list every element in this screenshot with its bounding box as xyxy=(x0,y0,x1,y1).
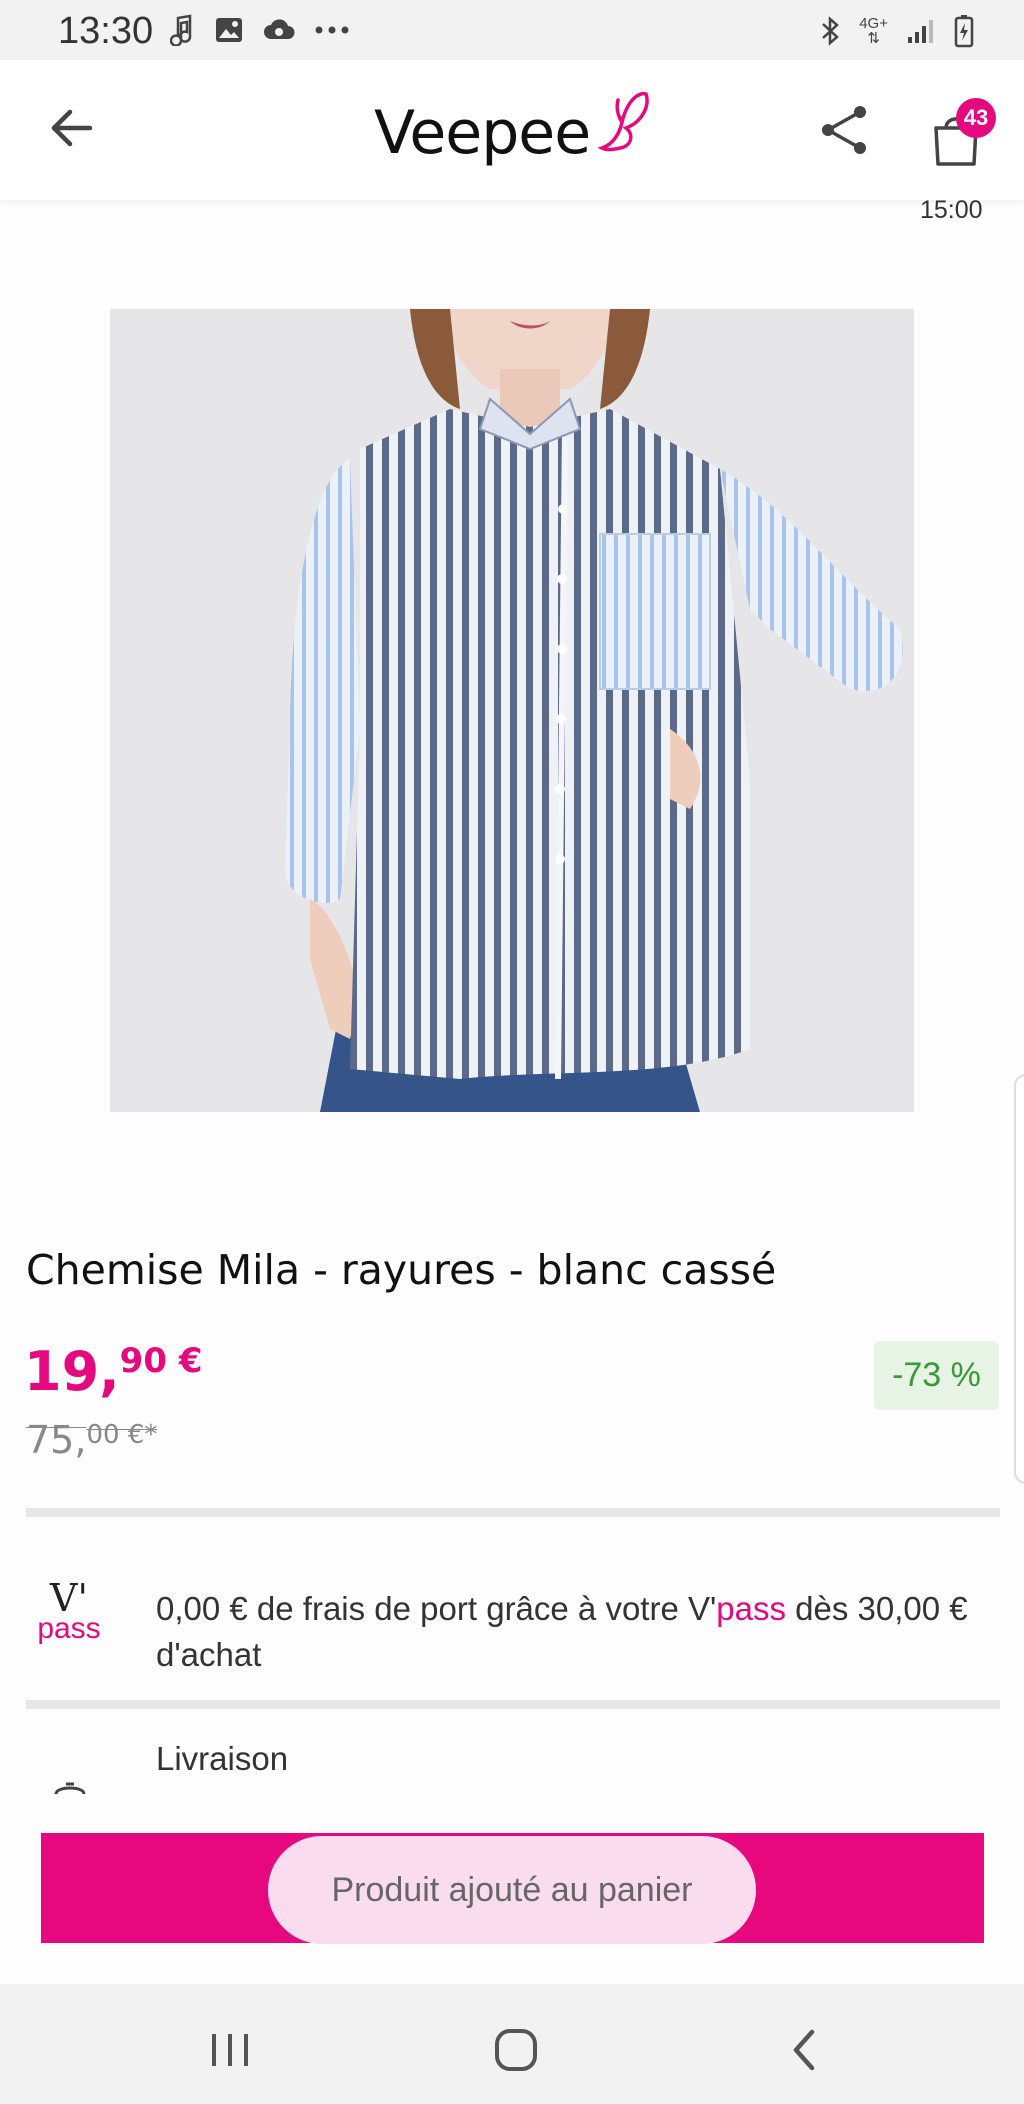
music-note-icon xyxy=(170,14,192,46)
price-whole: 19, xyxy=(24,1340,120,1403)
divider xyxy=(26,1700,1000,1709)
cloud-icon xyxy=(264,19,295,39)
shipping-text-pass: pass xyxy=(716,1590,787,1627)
status-notification-icons xyxy=(170,14,350,46)
divider xyxy=(26,1508,1000,1517)
share-icon xyxy=(822,106,866,154)
old-price: 75,00 €* xyxy=(26,1418,157,1462)
price-decimals: 90 € xyxy=(119,1341,203,1381)
delivery-clock-icon xyxy=(54,1782,86,1794)
product-image[interactable] xyxy=(110,309,914,1112)
vpass-logo-v: V' xyxy=(50,1576,88,1620)
cart-count-badge: 43 xyxy=(956,98,996,138)
old-price-whole: 75, xyxy=(26,1418,87,1462)
status-system-icons: 4G+ ⇅ xyxy=(819,14,974,48)
old-price-decimals: 00 €* xyxy=(86,1420,158,1450)
back-button[interactable] xyxy=(44,100,100,156)
chevron-left-icon xyxy=(793,2029,815,2071)
app-bar: Veepee 43 15:00 xyxy=(0,60,1024,224)
added-to-cart-toast: Produit ajouté au panier xyxy=(268,1836,756,1944)
signal-icon xyxy=(908,20,933,43)
current-price: 19,90 € xyxy=(24,1340,202,1403)
logo-text: Veepee xyxy=(374,98,591,168)
recent-apps-icon xyxy=(212,2034,248,2066)
edge-panel-handle[interactable] xyxy=(1014,1074,1024,1484)
share-button[interactable] xyxy=(816,102,872,158)
cart-button[interactable]: 43 15:00 xyxy=(920,98,998,224)
vpass-logo: V' pass xyxy=(26,1576,112,1645)
home-icon xyxy=(495,2029,537,2071)
status-bar: 13:30 4G+ ⇅ xyxy=(0,0,1024,60)
status-time: 13:30 xyxy=(58,10,154,52)
bluetooth-icon xyxy=(822,16,840,46)
cart-timer: 15:00 xyxy=(920,196,983,224)
back-nav-button[interactable] xyxy=(774,2020,834,2080)
shipping-info: 0,00 € de frais de port grâce à votre V'… xyxy=(156,1586,996,1678)
shipping-text-before: 0,00 € de frais de port grâce à votre V' xyxy=(156,1590,717,1627)
more-icon xyxy=(315,26,349,34)
veepee-logo: Veepee xyxy=(374,88,652,168)
arrow-left-icon xyxy=(51,109,93,147)
vpass-logo-pass: pass xyxy=(37,1612,101,1645)
delivery-label[interactable]: Livraison xyxy=(156,1740,288,1778)
discount-badge: -73 % xyxy=(874,1341,999,1410)
system-navigation-bar xyxy=(0,1984,1024,2104)
home-button[interactable] xyxy=(486,2020,546,2080)
network-icon: 4G+ ⇅ xyxy=(859,15,888,47)
gallery-icon xyxy=(216,18,242,42)
butterfly-icon xyxy=(597,91,649,152)
product-photo xyxy=(110,309,914,1112)
battery-charging-icon xyxy=(954,15,974,48)
recent-apps-button[interactable] xyxy=(200,2020,260,2080)
product-title: Chemise Mila - rayures - blanc cassé xyxy=(26,1246,777,1294)
